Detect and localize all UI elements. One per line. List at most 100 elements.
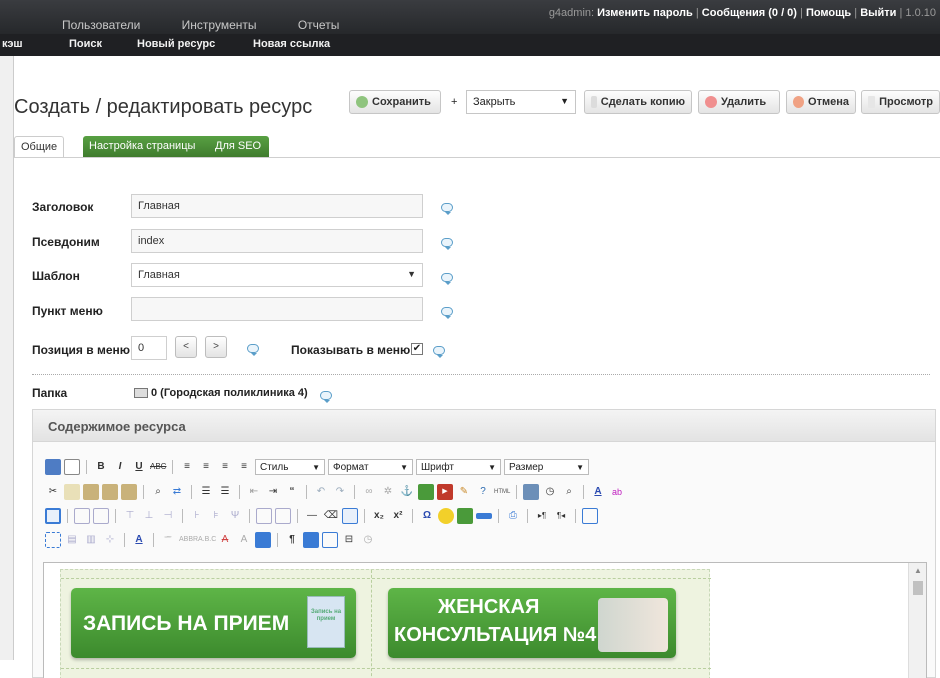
col-after-icon[interactable]: ⊧: [208, 508, 224, 524]
blockquote-icon[interactable]: “: [284, 484, 300, 500]
template-icon[interactable]: [322, 532, 338, 548]
outdent-icon[interactable]: ⇤: [246, 484, 262, 500]
search-link[interactable]: Поиск: [69, 38, 102, 50]
duplicate-button[interactable]: Сделать копию: [584, 90, 692, 114]
superscript-icon[interactable]: x²: [390, 508, 406, 524]
indent-icon[interactable]: ⇥: [265, 484, 281, 500]
banner-appointment[interactable]: ЗАПИСЬ НА ПРИЕМ Запись на прием: [71, 588, 356, 658]
show-blocks-icon[interactable]: ¶: [284, 532, 300, 548]
absolute-icon[interactable]: ⊹: [102, 532, 118, 548]
folder-value[interactable]: 0 (Городская поликлиника 4): [151, 387, 308, 399]
media-icon[interactable]: [457, 508, 473, 524]
style-select[interactable]: Стиль ▼: [255, 459, 325, 475]
editor-scrollbar[interactable]: ▲: [908, 563, 926, 678]
replace-icon[interactable]: ⇄: [169, 484, 185, 500]
strikethrough-icon[interactable]: ABC: [150, 459, 166, 475]
new-resource-link[interactable]: Новый ресурс: [137, 38, 215, 50]
fullscreen-icon[interactable]: [582, 508, 598, 524]
cut-icon[interactable]: ✂: [45, 484, 61, 500]
ins-icon[interactable]: A: [236, 532, 252, 548]
split-cells-icon[interactable]: [256, 508, 272, 524]
format-select[interactable]: Формат ▼: [328, 459, 413, 475]
grid-icon[interactable]: [342, 508, 358, 524]
insert-layer-icon[interactable]: [45, 532, 61, 548]
abbr-icon[interactable]: ABBR: [179, 532, 198, 548]
move-backward-icon[interactable]: ▥: [83, 532, 99, 548]
menu-reports[interactable]: Отчеты: [298, 18, 339, 32]
attribs-icon[interactable]: [255, 532, 271, 548]
position-next-button[interactable]: >: [205, 336, 227, 358]
position-prev-button[interactable]: <: [175, 336, 197, 358]
messages-link[interactable]: Сообщения (0 / 0): [702, 7, 797, 19]
link-icon[interactable]: ∞: [361, 484, 377, 500]
cleanup-icon[interactable]: ✎: [456, 484, 472, 500]
template-select[interactable]: Главная ▼: [131, 263, 423, 287]
menu-tools[interactable]: Инструменты: [182, 18, 257, 32]
undo-icon[interactable]: ↶: [313, 484, 329, 500]
underline-icon[interactable]: U: [131, 459, 147, 475]
visual-chars-icon[interactable]: [303, 532, 319, 548]
cancel-button[interactable]: Отмена: [786, 90, 856, 114]
merge-cells-icon[interactable]: [275, 508, 291, 524]
help-icon[interactable]: ?: [475, 484, 491, 500]
bg-color-icon[interactable]: ab: [609, 484, 625, 500]
copy-icon[interactable]: [64, 484, 80, 500]
title-field[interactable]: Главная: [131, 194, 423, 218]
cite-icon[interactable]: “””: [160, 532, 176, 548]
print-icon[interactable]: ⎙: [505, 508, 521, 524]
time-icon[interactable]: ◷: [542, 484, 558, 500]
del-icon[interactable]: A: [217, 532, 233, 548]
styleprops-icon[interactable]: A: [131, 532, 147, 548]
scroll-up-icon[interactable]: ▲: [914, 566, 922, 575]
special-char-icon[interactable]: Ω: [419, 508, 435, 524]
italic-icon[interactable]: I: [112, 459, 128, 475]
preview-button[interactable]: Просмотр: [861, 90, 940, 114]
numbered-list-icon[interactable]: ☰: [217, 484, 233, 500]
delete-button[interactable]: Удалить: [698, 90, 780, 114]
restore-icon[interactable]: ◷: [360, 532, 376, 548]
paste-text-icon[interactable]: [102, 484, 118, 500]
paste-icon[interactable]: [83, 484, 99, 500]
tab-general[interactable]: Общие: [14, 136, 64, 158]
show-in-menu-checkbox[interactable]: ✔: [411, 343, 423, 355]
change-password-link[interactable]: Изменить пароль: [597, 7, 693, 19]
tab-seo[interactable]: Для SEO: [209, 136, 269, 158]
cache-link[interactable]: кэш: [2, 38, 23, 50]
align-center-icon[interactable]: ≡: [198, 459, 214, 475]
scroll-thumb[interactable]: [913, 581, 923, 595]
html-icon[interactable]: HTML: [494, 484, 510, 500]
table-icon[interactable]: [74, 508, 90, 524]
unlink-icon[interactable]: ✲: [380, 484, 396, 500]
menu-users[interactable]: Пользователи: [62, 18, 140, 32]
font-select[interactable]: Шрифт ▼: [416, 459, 501, 475]
delete-col-icon[interactable]: Ψ: [227, 508, 243, 524]
ltr-icon[interactable]: ▸¶: [534, 508, 550, 524]
col-before-icon[interactable]: ⊦: [189, 508, 205, 524]
rich-text-editor[interactable]: ЗАПИСЬ НА ПРИЕМ Запись на прием ЖЕНСКАЯ …: [43, 562, 927, 678]
advhr-icon[interactable]: [476, 513, 492, 519]
paste-word-icon[interactable]: [121, 484, 137, 500]
align-right-icon[interactable]: ≡: [217, 459, 233, 475]
find-icon[interactable]: ⌕: [150, 484, 166, 500]
close-action-select[interactable]: Закрыть ▼: [466, 90, 576, 114]
alias-field[interactable]: index: [131, 229, 423, 253]
visual-aid-icon[interactable]: [45, 508, 61, 524]
new-document-icon[interactable]: [64, 459, 80, 475]
logout-link[interactable]: Выйти: [860, 7, 896, 19]
size-select[interactable]: Размер ▼: [504, 459, 589, 475]
row-before-icon[interactable]: ⊤: [122, 508, 138, 524]
redo-icon[interactable]: ↷: [332, 484, 348, 500]
rtl-icon[interactable]: ¶◂: [553, 508, 569, 524]
youtube-icon[interactable]: ▶: [437, 484, 453, 500]
pagebreak-icon[interactable]: ⊟: [341, 532, 357, 548]
subscript-icon[interactable]: x₂: [371, 508, 387, 524]
menu-item-field[interactable]: [131, 297, 423, 321]
save-icon[interactable]: [45, 459, 61, 475]
date-icon[interactable]: [523, 484, 539, 500]
hr-icon[interactable]: —: [304, 508, 320, 524]
align-left-icon[interactable]: ≡: [179, 459, 195, 475]
remove-format-icon[interactable]: ⌫: [323, 508, 339, 524]
move-forward-icon[interactable]: ▤: [64, 532, 80, 548]
image-icon[interactable]: [418, 484, 434, 500]
banner-women-consultation[interactable]: ЖЕНСКАЯ КОНСУЛЬТАЦИЯ №4: [388, 588, 676, 658]
